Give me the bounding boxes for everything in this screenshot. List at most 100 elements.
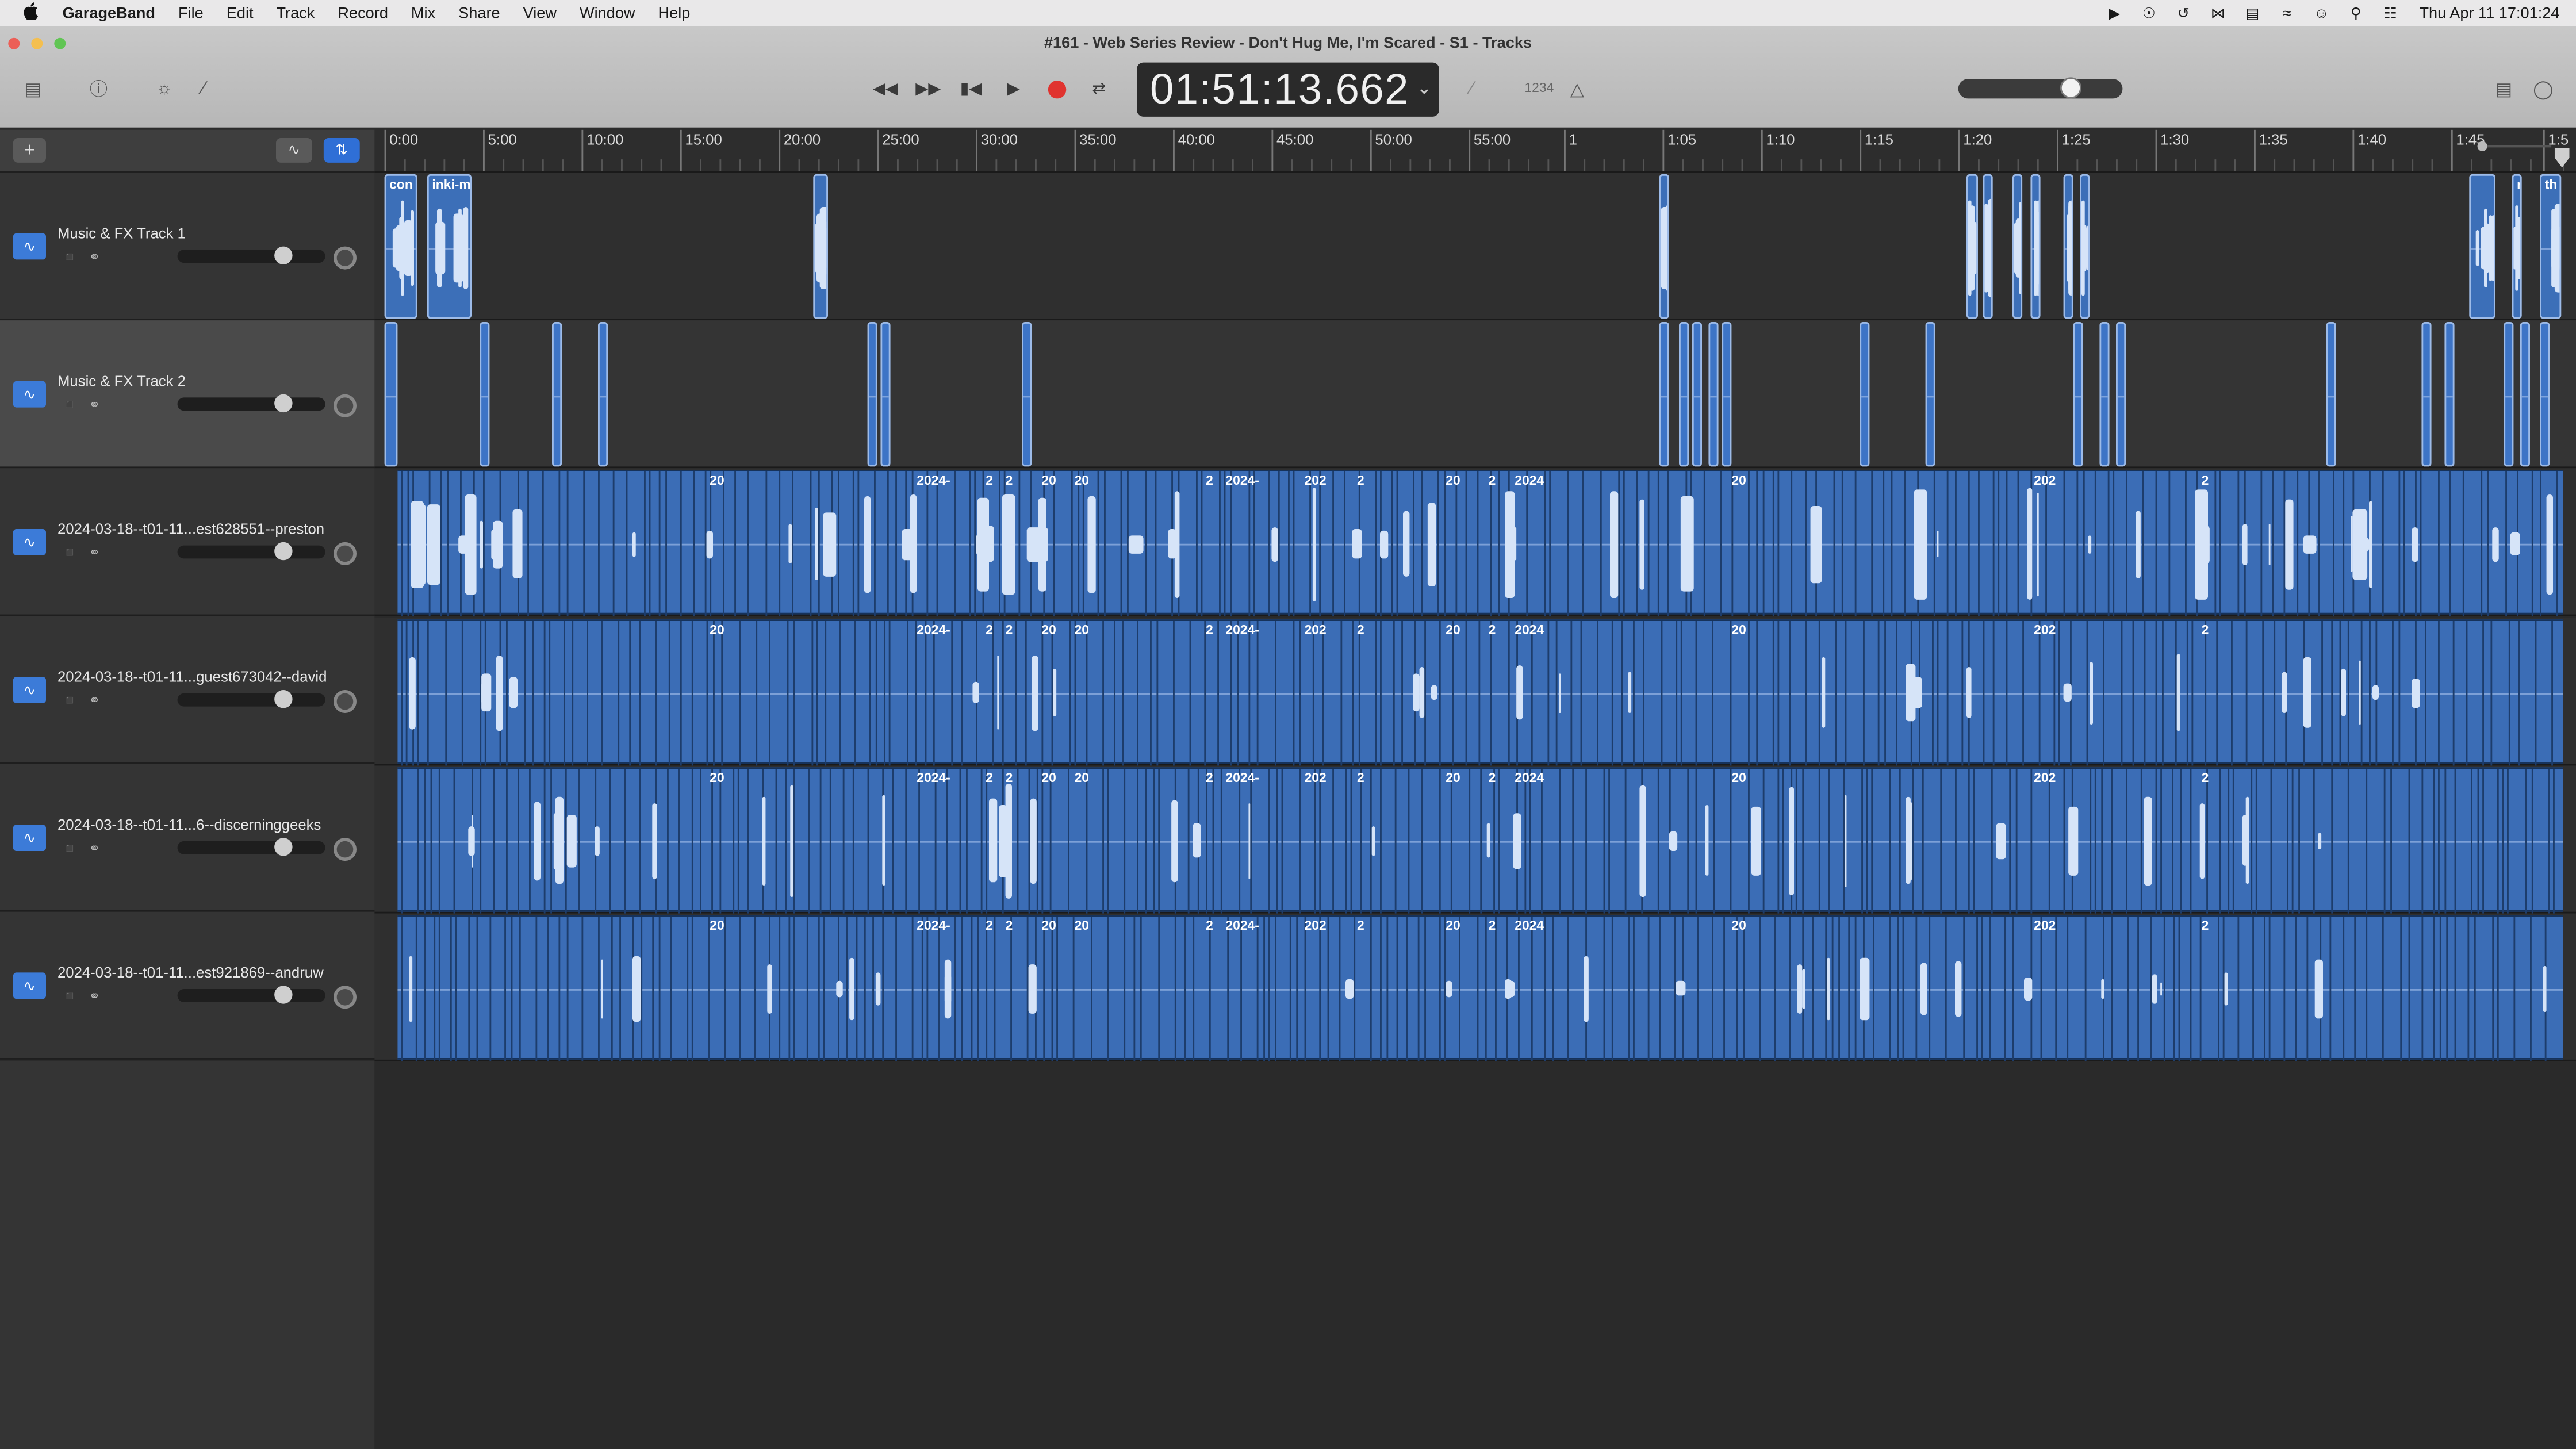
wifi-icon[interactable]: ≈ [2278,4,2296,22]
master-volume-slider[interactable] [1958,77,2123,99]
mute-icon[interactable]: ◾ [61,987,79,1004]
help-icon[interactable]: ⓘ [86,75,112,102]
pan-knob[interactable] [334,394,356,417]
audio-region[interactable] [1679,322,1689,467]
bluetooth-icon[interactable]: ⋈ [2209,4,2227,22]
audio-region[interactable] [2063,174,2073,319]
control-center-icon[interactable]: ☷ [2382,4,2399,22]
track-volume-slider[interactable] [177,394,325,413]
track-volume-knob[interactable] [274,246,293,264]
menu-window[interactable]: Window [580,4,635,22]
cycle-icon[interactable]: ⇄ [1084,75,1114,102]
audio-region[interactable] [2080,174,2090,319]
audio-region[interactable] [1659,174,1669,319]
track-header[interactable]: ∿ 2024-03-18--t01-11...est628551--presto… [0,468,375,616]
menu-track[interactable]: Track [277,4,315,22]
pan-knob[interactable] [334,690,356,713]
menu-app-name[interactable]: GarageBand [63,4,155,22]
audio-region[interactable]: con [384,174,417,319]
track-lane[interactable]: 20 2024- 2 2 20 20 2 2024- 202 2 20 2 2024 20 202 2 [374,469,2576,617]
audio-region[interactable]: mo [2512,174,2522,319]
audio-region[interactable]: th [2540,174,2562,319]
headphones-icon[interactable]: ⚭ [86,396,103,413]
play-status-icon[interactable]: ▶ [2106,4,2123,22]
menu-share[interactable]: Share [458,4,500,22]
pan-knob[interactable] [334,246,356,270]
audio-region[interactable] [867,322,877,467]
voice-track-region[interactable]: 20 2024- 2 2 20 20 2 2024- 202 2 20 2 2024 20 202 2 [397,915,2563,1061]
apple-menu-icon[interactable] [23,2,46,25]
track-volume-knob[interactable] [274,690,293,708]
track-header[interactable]: ∿ Music & FX Track 1 ◾ ⚭ [0,172,375,321]
audio-region[interactable] [1659,322,1669,467]
track-lane[interactable] [374,320,2576,469]
loop-browser-icon[interactable]: ◯ [2530,75,2556,102]
audio-region[interactable]: inki-m [427,174,471,319]
track-name[interactable]: 2024-03-18--t01-11...est628551--preston [57,521,324,538]
audio-region[interactable] [1860,322,1870,467]
voice-track-region[interactable]: 20 2024- 2 2 20 20 2 2024- 202 2 20 2 2024 20 202 2 [397,618,2563,765]
record-button[interactable] [1041,75,1071,102]
audio-region[interactable] [2520,322,2530,467]
track-name[interactable]: 2024-03-18--t01-11...guest673042--david [57,669,327,685]
audio-region[interactable] [1022,322,1032,467]
audio-region[interactable] [1708,322,1719,467]
mute-icon[interactable]: ◾ [61,692,79,708]
mute-icon[interactable]: ◾ [61,248,79,264]
audio-region[interactable] [1722,322,1732,467]
menu-view[interactable]: View [523,4,557,22]
audio-region[interactable] [2444,322,2455,467]
audio-region[interactable] [2326,322,2336,467]
track-volume-knob[interactable] [274,986,293,1004]
mute-icon[interactable]: ◾ [61,544,79,561]
headphones-icon[interactable]: ⚭ [86,544,103,561]
audio-region[interactable] [598,322,608,467]
track-name[interactable]: Music & FX Track 2 [57,373,186,390]
headphones-icon[interactable]: ⚭ [86,839,103,856]
editor-icon[interactable]: ∕ [190,75,217,102]
track-lane[interactable]: con inki-m mo th [374,172,2576,321]
podcast-status-icon[interactable]: ☉ [2140,4,2158,22]
audio-region[interactable] [1966,174,1978,319]
track-name[interactable]: 2024-03-18--t01-11...6--discerninggeeks [57,816,321,833]
menu-file[interactable]: File [178,4,204,22]
audio-region[interactable] [2421,322,2432,467]
track-volume-slider[interactable] [177,838,325,856]
audio-region[interactable] [1925,322,1935,467]
audio-region[interactable] [2012,174,2023,319]
mute-icon[interactable]: ◾ [61,839,79,856]
track-header[interactable]: ∿ 2024-03-18--t01-11...est921869--andruw… [0,911,375,1060]
track-volume-knob[interactable] [274,542,293,561]
voice-track-region[interactable]: 20 2024- 2 2 20 20 2 2024- 202 2 20 2 2024 20 202 2 [397,766,2563,913]
smart-controls-icon[interactable]: ☼ [151,75,178,102]
track-lane[interactable]: 20 2024- 2 2 20 20 2 2024- 202 2 20 2 2024 20 202 2 [374,913,2576,1061]
menu-clock[interactable]: Thu Apr 11 17:01:24 [2419,4,2559,22]
audio-region[interactable] [480,322,490,467]
pan-knob[interactable] [334,838,356,861]
lcd-display[interactable]: 01:51:13.662 ⌄ [1137,62,1439,117]
go-to-beginning-icon[interactable]: ▮◀ [956,75,986,102]
zoom-slider[interactable] [2472,141,2555,151]
spotlight-search-icon[interactable]: ⚲ [2347,4,2365,22]
add-track-button[interactable]: + [13,138,46,163]
audio-region[interactable] [552,322,562,467]
rewind-icon[interactable]: ◀◀ [871,75,900,102]
audio-region[interactable] [2116,322,2126,467]
track-header[interactable]: ∿ 2024-03-18--t01-11...6--discerninggeek… [0,764,375,912]
track-volume-slider[interactable] [177,542,325,561]
user-icon[interactable]: ☺ [2313,4,2330,22]
track-volume-slider[interactable] [177,246,325,264]
master-volume-knob[interactable] [2060,77,2082,99]
track-header[interactable]: ∿ 2024-03-18--t01-11...guest673042--davi… [0,616,375,764]
track-lane[interactable]: 20 2024- 2 2 20 20 2 2024- 202 2 20 2 2024 20 202 2 [374,617,2576,765]
chevron-down-icon[interactable]: ⌄ [1417,77,1433,98]
tracks-area[interactable]: con inki-m moth 202024-22202022024-20222022… [374,172,2576,1449]
menu-record[interactable]: Record [338,4,388,22]
library-icon[interactable]: ▤ [20,75,46,102]
tuner-icon[interactable]: ∕ [1459,75,1485,102]
automation-button[interactable]: ∿ [276,138,312,163]
audio-region[interactable] [2540,322,2550,467]
headphones-icon[interactable]: ⚭ [86,248,103,264]
mute-icon[interactable]: ◾ [61,396,79,413]
metronome-icon[interactable]: △ [1564,75,1590,102]
